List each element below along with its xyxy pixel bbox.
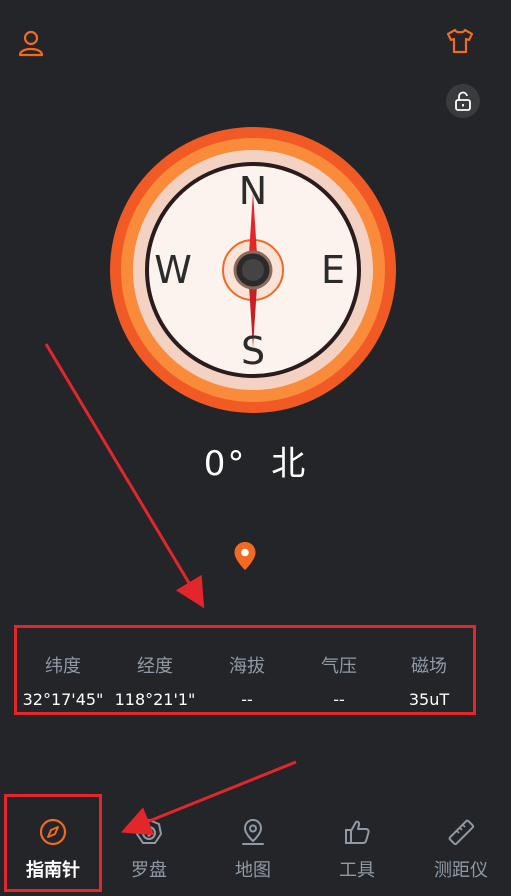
shirt-icon [446, 28, 474, 54]
compass-south: S [241, 329, 265, 373]
tab-tools[interactable]: 工具 [312, 816, 402, 886]
user-button[interactable] [14, 26, 48, 60]
info-label: 海拔 [229, 656, 265, 677]
theme-shirt-button[interactable] [443, 24, 477, 58]
tab-compass[interactable]: 指南针 [8, 816, 98, 886]
sensor-info-panel: 纬度 32°17'45" 经度 118°21'1" 海拔 -- 气压 -- 磁场… [14, 625, 476, 715]
info-value: -- [241, 690, 253, 709]
location-pin-icon[interactable] [233, 541, 257, 571]
info-magnetic-field: 磁场 35uT [383, 628, 475, 712]
user-icon [18, 30, 44, 57]
ruler-icon [448, 819, 475, 846]
compass-west: W [154, 248, 192, 292]
info-value: 118°21'1" [114, 690, 196, 709]
info-value: 35uT [408, 690, 450, 709]
tab-label: 测距仪 [434, 860, 488, 881]
info-latitude: 纬度 32°17'45" [17, 628, 109, 712]
heading-degrees: 0° [203, 444, 247, 484]
unlock-icon [455, 91, 471, 111]
heading-direction: 北 [271, 444, 308, 484]
luopan-icon [136, 819, 162, 844]
thumbs-up-icon [345, 820, 370, 844]
info-label: 气压 [321, 656, 357, 677]
lock-toggle-button[interactable] [446, 84, 480, 118]
compass-east: E [321, 248, 345, 292]
info-altitude: 海拔 -- [201, 628, 293, 712]
compass-north: N [239, 169, 267, 213]
compass-dial: N S E W [110, 127, 396, 413]
info-label: 磁场 [411, 656, 447, 677]
tab-label: 罗盘 [131, 860, 167, 881]
info-longitude: 经度 118°21'1" [109, 628, 201, 712]
info-label: 经度 [137, 656, 173, 677]
info-value: -- [333, 690, 345, 709]
map-pin-icon [242, 818, 264, 845]
tab-rangefinder[interactable]: 测距仪 [416, 816, 506, 886]
heading-readout: 0° 北 [0, 436, 511, 485]
tab-label: 地图 [235, 860, 271, 881]
compass-icon [39, 818, 67, 846]
info-value: 32°17'45" [22, 690, 104, 709]
info-pressure: 气压 -- [293, 628, 385, 712]
tab-luopan[interactable]: 罗盘 [104, 816, 194, 886]
tab-map[interactable]: 地图 [208, 816, 298, 886]
tab-label: 指南针 [26, 860, 80, 881]
tab-label: 工具 [339, 860, 375, 881]
info-label: 纬度 [45, 656, 81, 677]
